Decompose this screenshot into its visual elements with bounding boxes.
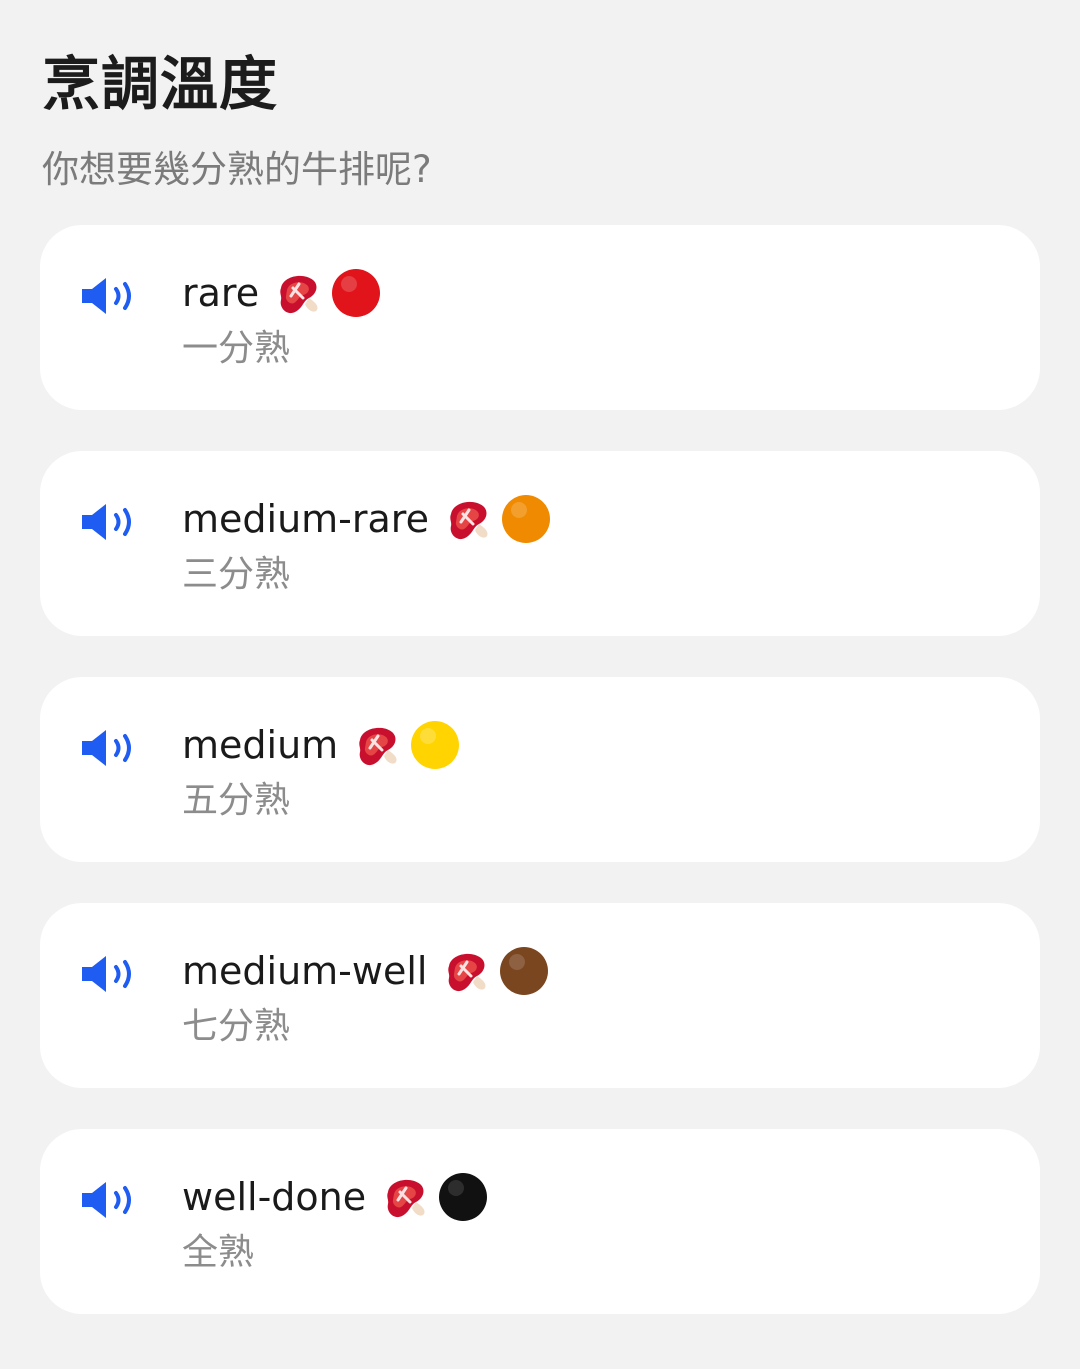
list-item: medium-rare 三分熟 <box>40 451 1040 636</box>
list-item: medium-well 七分熟 <box>40 903 1040 1088</box>
translation-label: 全熟 <box>182 1232 255 1273</box>
yellow-circle-icon <box>411 721 460 769</box>
list-item: well-done 全熟 <box>40 1129 1040 1314</box>
steak-icon <box>280 275 318 314</box>
steak-icon <box>450 501 488 540</box>
term-label: rare <box>182 271 260 315</box>
steak-icon <box>387 1179 425 1218</box>
term-label: medium-well <box>182 949 428 993</box>
speaker-icon[interactable] <box>80 276 140 316</box>
speaker-icon[interactable] <box>80 954 140 994</box>
translation-label: 一分熟 <box>182 328 291 369</box>
translation-label: 七分熟 <box>182 1006 291 1047</box>
page-subtitle: 你想要幾分熟的牛排呢? <box>42 148 432 191</box>
list-item: rare 一分熟 <box>40 225 1040 410</box>
speaker-icon[interactable] <box>80 728 140 768</box>
term-label: medium-rare <box>182 497 429 541</box>
doneness-list: rare 一分熟 medium-rare 三分熟 medium 五分熟 medi… <box>40 225 1040 1355</box>
brown-circle-icon <box>500 947 549 995</box>
steak-icon <box>448 953 486 992</box>
speaker-icon[interactable] <box>80 502 140 542</box>
term-label: well-done <box>182 1175 367 1219</box>
term-label: medium <box>182 723 339 767</box>
page-title: 烹調溫度 <box>42 50 279 118</box>
orange-circle-icon <box>501 495 550 543</box>
red-circle-icon <box>332 269 381 317</box>
list-item: medium 五分熟 <box>40 677 1040 862</box>
steak-icon <box>359 727 397 766</box>
speaker-icon[interactable] <box>80 1180 140 1220</box>
translation-label: 五分熟 <box>182 780 291 821</box>
translation-label: 三分熟 <box>182 554 291 595</box>
black-circle-icon <box>439 1173 488 1221</box>
